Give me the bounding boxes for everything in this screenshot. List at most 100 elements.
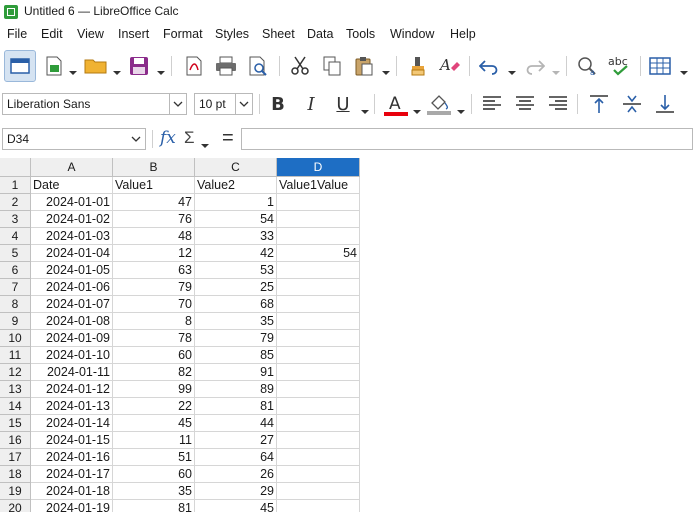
cell-a19[interactable]: 2024-01-18 (31, 483, 113, 500)
cell-a13[interactable]: 2024-01-12 (31, 381, 113, 398)
cell-a3[interactable]: 2024-01-02 (31, 211, 113, 228)
cell-b6[interactable]: 63 (113, 262, 195, 279)
row-header[interactable]: 9 (0, 313, 31, 330)
undo-button[interactable] (476, 52, 504, 80)
cell-a4[interactable]: 2024-01-03 (31, 228, 113, 245)
cell-b8[interactable]: 70 (113, 296, 195, 313)
cell-c20[interactable]: 45 (195, 500, 277, 512)
cell-d6[interactable] (277, 262, 360, 279)
cell-a7[interactable]: 2024-01-06 (31, 279, 113, 296)
cell-b7[interactable]: 79 (113, 279, 195, 296)
row-header[interactable]: 19 (0, 483, 31, 500)
toggle-view-button[interactable] (4, 50, 36, 82)
cell-d2[interactable] (277, 194, 360, 211)
font-color-button[interactable]: A (382, 92, 410, 116)
underline-button[interactable]: U (331, 92, 355, 116)
cell-c13[interactable]: 89 (195, 381, 277, 398)
cell-b9[interactable]: 8 (113, 313, 195, 330)
cell-d13[interactable] (277, 381, 360, 398)
highlight-color-button[interactable] (425, 92, 453, 116)
cell-a2[interactable]: 2024-01-01 (31, 194, 113, 211)
name-box[interactable]: D34 (2, 128, 146, 150)
empty-sheet-area[interactable] (360, 177, 693, 512)
cell-d19[interactable] (277, 483, 360, 500)
cell-b16[interactable]: 11 (113, 432, 195, 449)
row-header[interactable]: 3 (0, 211, 31, 228)
paste-button[interactable] (350, 52, 378, 80)
cell-c5[interactable]: 42 (195, 245, 277, 262)
chevron-down-icon[interactable] (157, 63, 165, 75)
cell-a1[interactable]: Date (31, 177, 113, 194)
export-pdf-button[interactable] (180, 52, 208, 80)
cell-b17[interactable]: 51 (113, 449, 195, 466)
cell-b18[interactable]: 60 (113, 466, 195, 483)
cell-c10[interactable]: 79 (195, 330, 277, 347)
chevron-down-icon[interactable] (382, 63, 390, 75)
row-column-button[interactable] (646, 52, 674, 80)
cell-d16[interactable] (277, 432, 360, 449)
new-spreadsheet-button[interactable] (40, 52, 68, 80)
name-box-dropdown[interactable] (128, 129, 144, 149)
chevron-down-icon[interactable] (69, 63, 77, 75)
sum-button[interactable]: Σ (184, 128, 200, 150)
cell-d1[interactable]: Value1Value (277, 177, 360, 194)
find-replace-button[interactable]: a (574, 52, 602, 80)
align-middle-button[interactable] (620, 92, 644, 116)
cell-b3[interactable]: 76 (113, 211, 195, 228)
formula-input[interactable] (241, 128, 693, 150)
cell-d9[interactable] (277, 313, 360, 330)
row-header[interactable]: 17 (0, 449, 31, 466)
cell-b14[interactable]: 22 (113, 398, 195, 415)
clear-formatting-button[interactable]: A (436, 52, 464, 80)
chevron-down-icon[interactable] (552, 63, 560, 75)
menu-data[interactable]: Data (307, 27, 333, 41)
function-wizard-button[interactable]: fx (160, 128, 180, 150)
cell-a20[interactable]: 2024-01-19 (31, 500, 113, 512)
cell-b1[interactable]: Value1 (113, 177, 195, 194)
cell-b2[interactable]: 47 (113, 194, 195, 211)
menu-edit[interactable]: Edit (41, 27, 63, 41)
row-header[interactable]: 16 (0, 432, 31, 449)
cell-a11[interactable]: 2024-01-10 (31, 347, 113, 364)
bold-button[interactable]: B (266, 92, 290, 116)
cell-a8[interactable]: 2024-01-07 (31, 296, 113, 313)
cell-a14[interactable]: 2024-01-13 (31, 398, 113, 415)
cell-b4[interactable]: 48 (113, 228, 195, 245)
column-header-d[interactable]: D (277, 158, 360, 177)
cell-c16[interactable]: 27 (195, 432, 277, 449)
row-header[interactable]: 15 (0, 415, 31, 432)
chevron-down-icon[interactable] (413, 102, 421, 114)
align-bottom-button[interactable] (653, 92, 677, 116)
cell-b5[interactable]: 12 (113, 245, 195, 262)
align-left-button[interactable] (480, 92, 504, 116)
cell-d5[interactable]: 54 (277, 245, 360, 262)
save-button[interactable] (125, 52, 153, 80)
cell-d20[interactable] (277, 500, 360, 512)
chevron-down-icon[interactable] (113, 63, 121, 75)
font-size-dropdown[interactable] (235, 93, 253, 115)
cell-c12[interactable]: 91 (195, 364, 277, 381)
cell-a18[interactable]: 2024-01-17 (31, 466, 113, 483)
cell-d15[interactable] (277, 415, 360, 432)
menu-tools[interactable]: Tools (346, 27, 375, 41)
cell-c4[interactable]: 33 (195, 228, 277, 245)
column-header-b[interactable]: B (113, 158, 195, 177)
cell-c17[interactable]: 64 (195, 449, 277, 466)
cell-b19[interactable]: 35 (113, 483, 195, 500)
row-header[interactable]: 1 (0, 177, 31, 194)
cell-c7[interactable]: 25 (195, 279, 277, 296)
row-header[interactable]: 20 (0, 500, 31, 512)
cell-c8[interactable]: 68 (195, 296, 277, 313)
cell-c3[interactable]: 54 (195, 211, 277, 228)
column-header-a[interactable]: A (31, 158, 113, 177)
row-header[interactable]: 11 (0, 347, 31, 364)
cell-c2[interactable]: 1 (195, 194, 277, 211)
spelling-button[interactable]: abc (606, 52, 634, 80)
cell-b13[interactable]: 99 (113, 381, 195, 398)
menu-insert[interactable]: Insert (118, 27, 149, 41)
menu-sheet[interactable]: Sheet (262, 27, 295, 41)
cell-d8[interactable] (277, 296, 360, 313)
cell-a5[interactable]: 2024-01-04 (31, 245, 113, 262)
cell-d10[interactable] (277, 330, 360, 347)
cell-d11[interactable] (277, 347, 360, 364)
